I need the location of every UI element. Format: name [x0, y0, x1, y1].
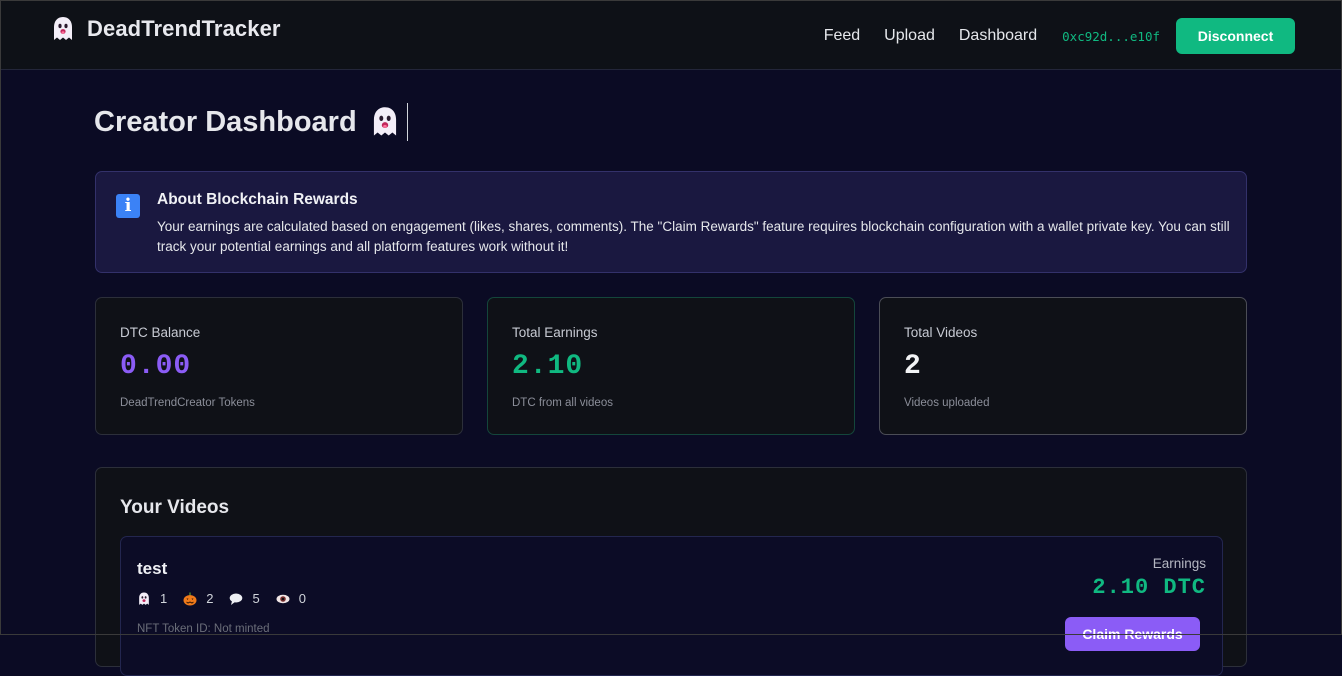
total-earnings-card: Total Earnings 2.10 DTC from all videos: [487, 297, 855, 435]
nav-dashboard[interactable]: Dashboard: [959, 27, 1037, 45]
card-label: Total Earnings: [512, 325, 598, 340]
info-icon: i: [116, 194, 140, 218]
card-subtext: DTC from all videos: [512, 397, 613, 409]
card-subtext: DeadTrendCreator Tokens: [120, 397, 255, 409]
card-subtext: Videos uploaded: [904, 397, 990, 409]
reaction-count: 0: [298, 591, 306, 606]
nft-token-id: NFT Token ID: Not minted: [137, 623, 270, 635]
card-label: Total Videos: [904, 325, 978, 340]
brand-name: DeadTrendTracker: [87, 16, 281, 41]
info-title: About Blockchain Rewards: [157, 191, 358, 208]
your-videos-panel: Your Videos test 1 2 5 0 NFT Token ID: N…: [95, 467, 1247, 676]
videos-heading: Your Videos: [120, 497, 230, 518]
pumpkin-icon: [183, 592, 197, 606]
ghost-icon: [137, 592, 151, 606]
reaction-count: 1: [160, 591, 168, 606]
card-value: 2.10: [512, 351, 584, 382]
video-card: test 1 2 5 0 NFT Token ID: Not minted Ea…: [120, 536, 1223, 676]
rewards-info-box: i About Blockchain Rewards Your earnings…: [95, 171, 1247, 273]
views-count: 0: [276, 591, 306, 606]
page-title-text: Creator Dashboard: [94, 105, 357, 138]
nav-feed[interactable]: Feed: [824, 27, 860, 45]
ghost-icon: [371, 106, 399, 138]
info-text: Your earnings are calculated based on en…: [157, 219, 1230, 254]
wallet-address: 0xc92d...e10f: [1062, 28, 1160, 44]
card-label: DTC Balance: [120, 325, 201, 340]
card-value: 2: [904, 351, 922, 382]
card-value: 0.00: [120, 351, 192, 382]
comment-reaction[interactable]: 5: [229, 591, 260, 606]
comment-icon: [229, 592, 243, 606]
video-reactions: 1 2 5 0: [137, 591, 322, 606]
total-videos-card: Total Videos 2 Videos uploaded: [879, 297, 1247, 435]
eye-icon: [276, 592, 290, 606]
disconnect-button[interactable]: Disconnect: [1176, 18, 1295, 54]
reaction-count: 2: [206, 591, 214, 606]
top-navbar: DeadTrendTracker Feed Upload Dashboard 0…: [0, 0, 1342, 70]
ghost-reaction[interactable]: 1: [137, 591, 167, 606]
brand-logo[interactable]: DeadTrendTracker: [52, 16, 281, 42]
main-nav: Feed Upload Dashboard 0xc92d...e10f Disc…: [824, 18, 1295, 54]
video-title: test: [137, 559, 168, 578]
nav-upload[interactable]: Upload: [884, 27, 935, 45]
page-title: Creator Dashboard: [94, 103, 408, 141]
claim-rewards-button[interactable]: Claim Rewards: [1065, 617, 1200, 651]
ghost-icon: [52, 16, 74, 42]
text-cursor: [406, 103, 408, 141]
earnings-value: 2.10 DTC: [1092, 575, 1206, 600]
dtc-balance-card: DTC Balance 0.00 DeadTrendCreator Tokens: [95, 297, 463, 435]
reaction-count: 5: [252, 591, 260, 606]
pumpkin-reaction[interactable]: 2: [183, 591, 213, 606]
earnings-label: Earnings: [1152, 556, 1206, 571]
